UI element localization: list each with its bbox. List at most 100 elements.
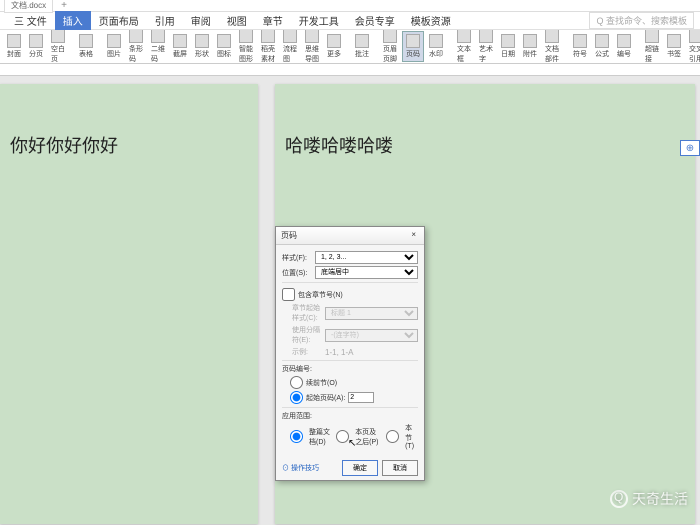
page-break-button[interactable]: 分页 — [26, 32, 46, 61]
numbering-section-label: 页码编号: — [282, 364, 418, 374]
icons-button[interactable]: 图标 — [214, 32, 234, 61]
textbox-button[interactable]: 文本框 — [454, 30, 474, 64]
apply-whole-label: 整篇文档(D) — [309, 427, 330, 447]
bookmark-button[interactable]: 书签 — [664, 32, 684, 61]
menu-page-layout[interactable]: 页面布局 — [91, 11, 147, 30]
qrcode-button[interactable]: 二维码 — [148, 30, 168, 64]
equation-button[interactable]: 公式 — [592, 32, 612, 61]
menu-review[interactable]: 审阅 — [183, 11, 219, 30]
horizontal-ruler[interactable] — [0, 64, 700, 76]
icons-icon — [217, 34, 231, 48]
header-footer-button[interactable]: 页眉页脚 — [380, 30, 400, 64]
cancel-button[interactable]: 取消 — [382, 460, 418, 476]
new-tab-button[interactable]: + — [57, 0, 71, 11]
watermark-text: 天奇生活 — [632, 489, 688, 509]
more-button[interactable]: 更多 — [324, 32, 344, 61]
attachment-icon — [523, 34, 537, 48]
apply-section-label: 应用范围: — [282, 411, 418, 421]
docer-icon — [261, 30, 275, 43]
menu-file[interactable]: 三 文件 — [6, 11, 55, 30]
smartart-icon — [239, 30, 253, 43]
watermark: 天奇生活 — [610, 489, 688, 509]
menu-section[interactable]: 章节 — [255, 11, 291, 30]
ok-button[interactable]: 确定 — [342, 460, 378, 476]
hyperlink-button[interactable]: 超链接 — [642, 30, 662, 64]
position-select[interactable]: 底端居中 — [315, 266, 418, 279]
shapes-button[interactable]: 形状 — [192, 32, 212, 61]
crossref-button[interactable]: 交叉引用 — [686, 30, 700, 64]
attachment-button[interactable]: 附件 — [520, 32, 540, 61]
include-chapter-label: 包含章节号(N) — [298, 290, 343, 300]
date-button[interactable]: 日期 — [498, 32, 518, 61]
comment-icon — [355, 34, 369, 48]
barcode-button[interactable]: 条形码 — [126, 30, 146, 64]
watermark-logo-icon — [610, 490, 628, 508]
separator-select: -(连字符) — [325, 329, 418, 342]
chapter-style-select: 标题 1 — [325, 307, 418, 320]
cover-icon — [7, 34, 21, 48]
format-select[interactable]: 1, 2, 3... — [315, 251, 418, 264]
locate-icon: ⊕ — [686, 143, 694, 154]
menu-templates[interactable]: 模板资源 — [403, 11, 459, 30]
apply-section-radio[interactable] — [386, 430, 399, 443]
mindmap-icon — [305, 30, 319, 43]
ribbon-toolbar: 封面 分页 空白页 表格 图片 条形码 二维码 截屏 形状 图标 智能图形 稻壳… — [0, 30, 700, 64]
page-2-text[interactable]: 哈喽哈喽哈喽 — [275, 84, 695, 206]
tips-link[interactable]: ⊙ 操作技巧 — [282, 463, 319, 473]
page-1-text[interactable]: 你好你好你好 — [0, 84, 258, 206]
position-label: 位置(S): — [282, 268, 312, 278]
screenshot-button[interactable]: 截屏 — [170, 32, 190, 61]
start-at-label: 起始页码(A): — [306, 393, 345, 403]
apply-whole-radio[interactable] — [290, 430, 303, 443]
table-button[interactable]: 表格 — [76, 32, 96, 61]
smartart-button[interactable]: 智能图形 — [236, 30, 256, 64]
page-number-button[interactable]: 页码 — [402, 31, 424, 62]
menu-devtools[interactable]: 开发工具 — [291, 11, 347, 30]
menu-insert[interactable]: 插入 — [55, 11, 91, 30]
close-icon[interactable]: × — [408, 230, 419, 241]
flowchart-button[interactable]: 流程图 — [280, 30, 300, 64]
symbol-button[interactable]: 符号 — [570, 32, 590, 61]
barcode-icon — [129, 30, 143, 43]
docparts-icon — [545, 30, 559, 43]
crossref-icon — [689, 30, 700, 43]
menu-references[interactable]: 引用 — [147, 11, 183, 30]
textbox-icon — [457, 30, 471, 43]
separator-label: 使用分隔符(E): — [292, 325, 322, 345]
start-at-radio[interactable] — [290, 391, 303, 404]
numbering-button[interactable]: 编号 — [614, 32, 634, 61]
start-at-input[interactable] — [348, 392, 374, 403]
more-icon — [327, 34, 341, 48]
screenshot-icon — [173, 34, 187, 48]
page-break-icon — [29, 34, 43, 48]
format-label: 样式(F): — [282, 253, 312, 263]
cover-button[interactable]: 封面 — [4, 32, 24, 61]
menu-membership[interactable]: 会员专享 — [347, 11, 403, 30]
picture-icon — [107, 34, 121, 48]
qrcode-icon — [151, 30, 165, 43]
include-chapter-checkbox[interactable] — [282, 288, 295, 301]
docer-button[interactable]: 稻壳素材 — [258, 30, 278, 64]
comment-button[interactable]: 批注 — [352, 32, 372, 61]
wordart-button[interactable]: 艺术字 — [476, 30, 496, 64]
menu-bar: 三 文件 插入 页面布局 引用 审阅 视图 章节 开发工具 会员专享 模板资源 … — [0, 12, 700, 30]
mindmap-button[interactable]: 思维导图 — [302, 30, 322, 64]
watermark-icon — [429, 34, 443, 48]
search-input[interactable]: Q 查找命令、搜索模板 — [589, 12, 694, 29]
docparts-button[interactable]: 文档部件 — [542, 30, 562, 64]
watermark-button[interactable]: 水印 — [426, 32, 446, 61]
wordart-icon — [479, 30, 493, 43]
continue-label: 续前节(O) — [306, 378, 337, 388]
page-number-dialog: 页码 × 样式(F): 1, 2, 3... 位置(S): 底端居中 包含章节号… — [275, 226, 425, 481]
dialog-titlebar[interactable]: 页码 × — [276, 227, 424, 245]
blank-page-button[interactable]: 空白页 — [48, 30, 68, 64]
picture-button[interactable]: 图片 — [104, 32, 124, 61]
blank-page-icon — [51, 30, 65, 43]
apply-from-radio[interactable] — [336, 430, 349, 443]
menu-view[interactable]: 视图 — [219, 11, 255, 30]
page-1[interactable]: 你好你好你好 — [0, 84, 258, 524]
equation-icon — [595, 34, 609, 48]
document-canvas[interactable]: 你好你好你好 哈喽哈喽哈喽 ⊕ 页码 × 样式(F): 1, 2, 3... 位… — [0, 76, 700, 525]
nav-locate-button[interactable]: ⊕ — [680, 140, 700, 156]
continue-radio[interactable] — [290, 376, 303, 389]
